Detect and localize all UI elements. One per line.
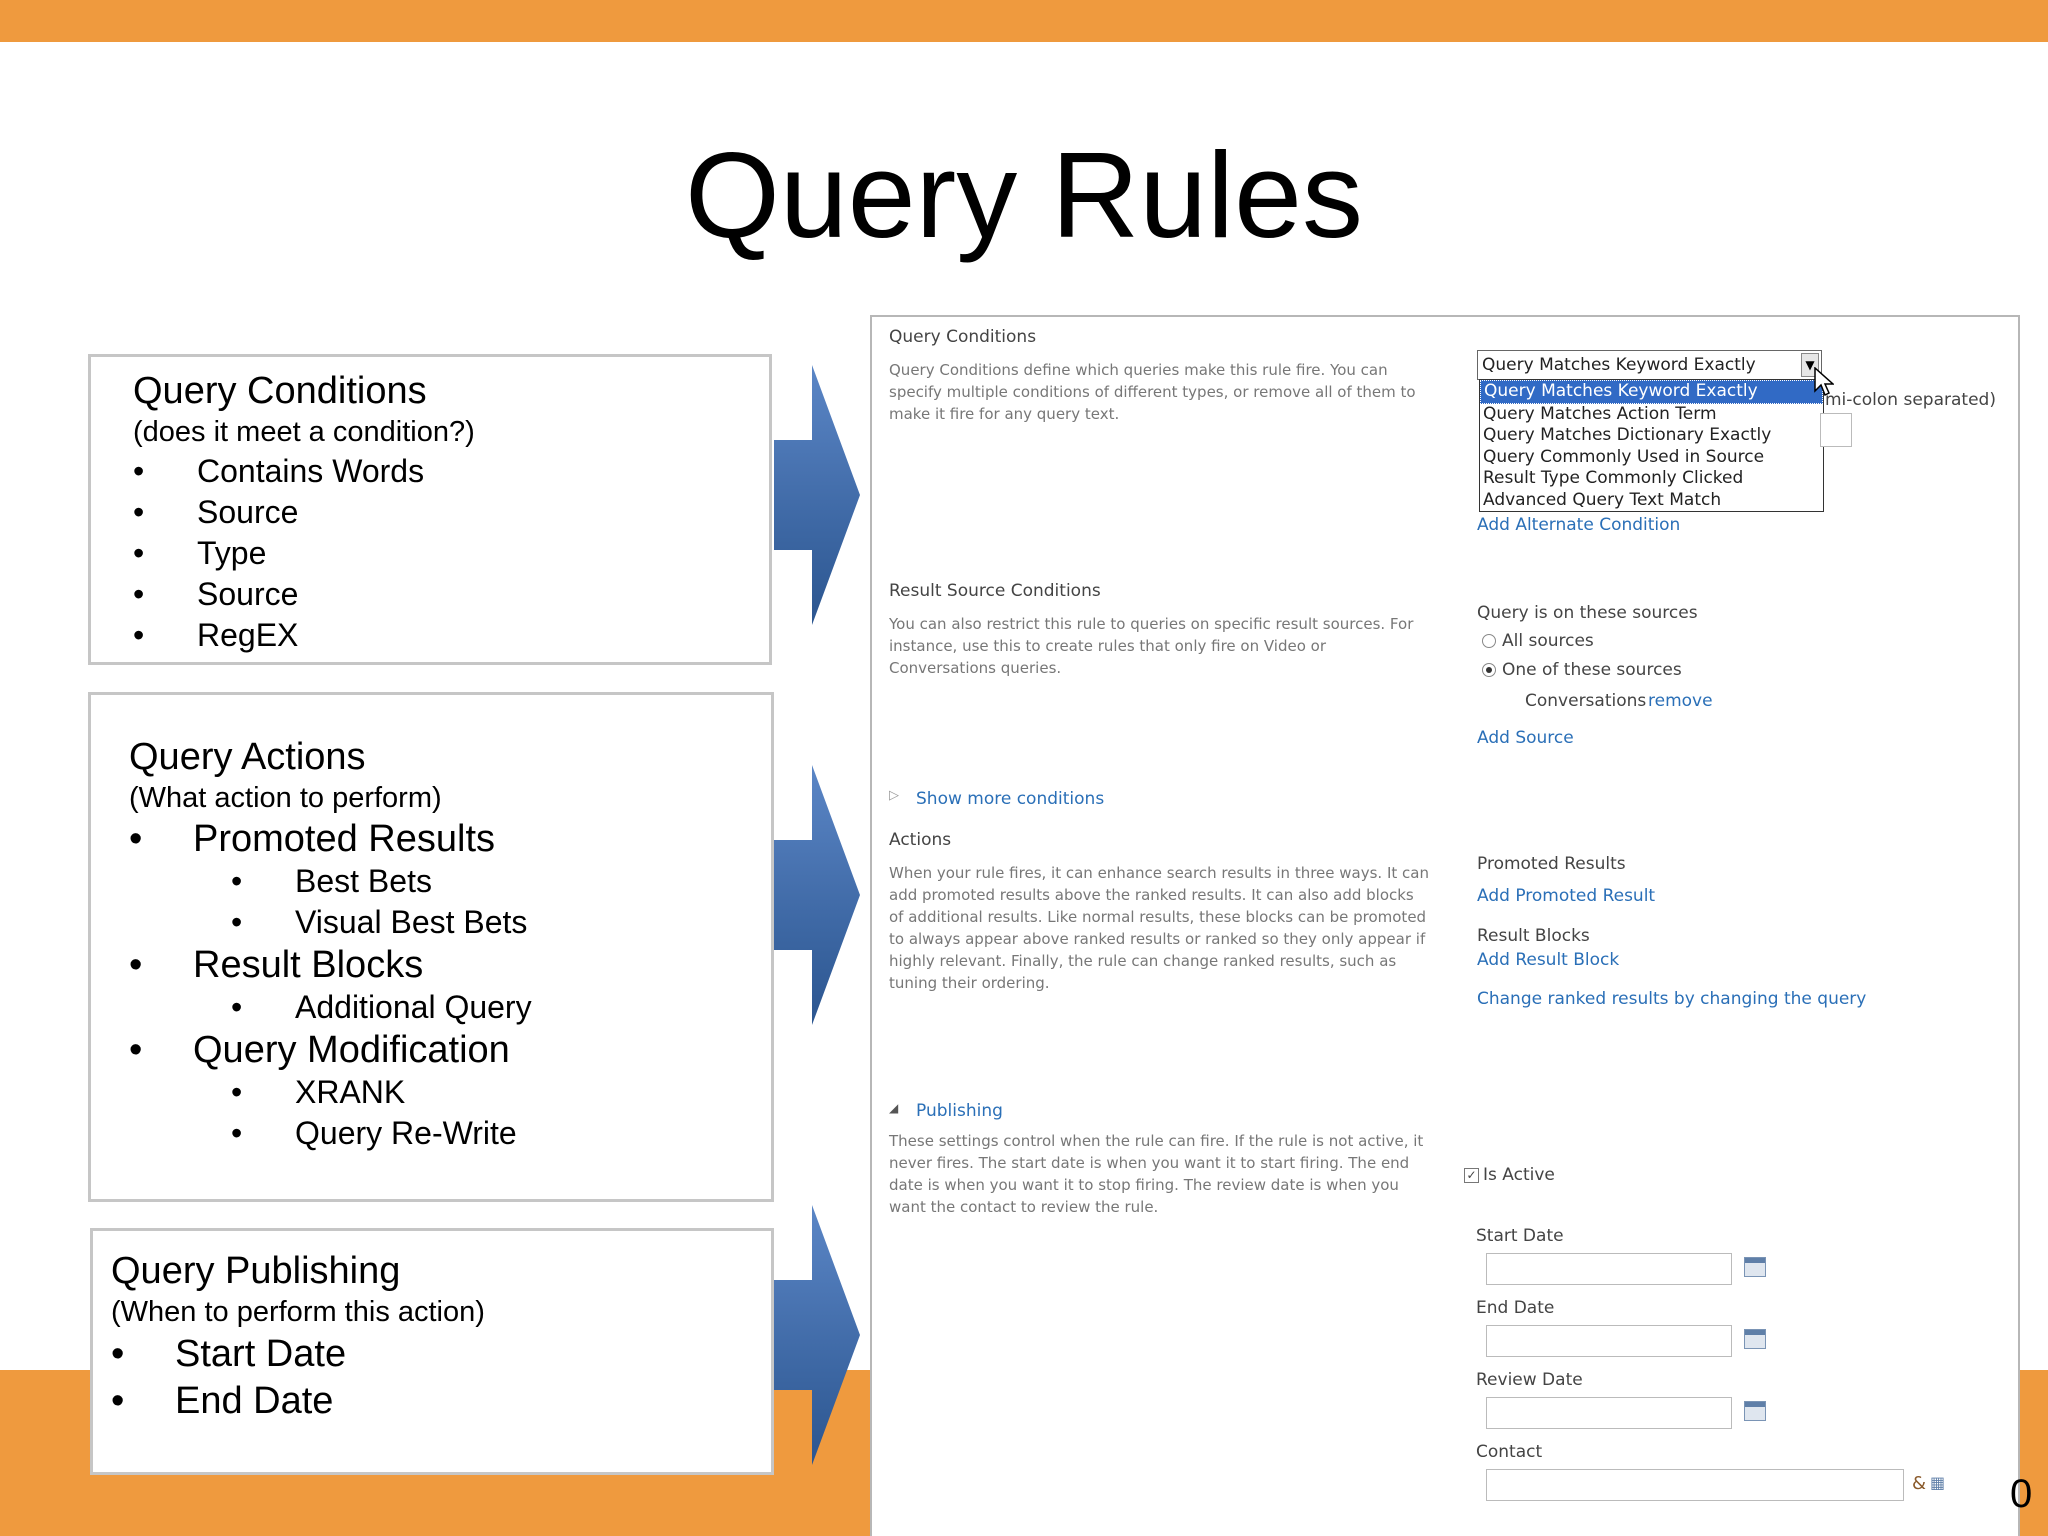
section-title: Query Conditions xyxy=(889,327,1037,347)
result-blocks-label: Result Blocks xyxy=(1477,926,1590,946)
calendar-icon[interactable] xyxy=(1744,1257,1766,1277)
section-description: Query Conditions define which queries ma… xyxy=(889,361,1416,423)
list-item: • Source xyxy=(133,494,299,530)
query-conditions-box: Query Conditions (does it meet a conditi… xyxy=(88,354,772,665)
add-result-block-link[interactable]: Add Result Block xyxy=(1477,950,1619,970)
section-description: These settings control when the rule can… xyxy=(889,1132,1424,1216)
right-arrow-icon xyxy=(774,1205,860,1465)
list-subitem: • Query Re-Write xyxy=(231,1115,517,1151)
list-item: • End Date xyxy=(111,1380,334,1422)
query-publishing-box: Query Publishing (When to perform this a… xyxy=(90,1228,774,1475)
list-subitem: • Visual Best Bets xyxy=(231,904,528,940)
actions-list: • Promoted Results • Best Bets • Visual Bes… xyxy=(129,817,771,1154)
list-item: • Start Date xyxy=(111,1333,347,1375)
right-arrow-icon xyxy=(774,765,860,1025)
collapse-triangle-icon[interactable]: ◢ xyxy=(889,1101,898,1115)
keyword-input[interactable] xyxy=(1820,413,1852,447)
list-item: • Promoted Results xyxy=(129,818,496,860)
dropdown-option[interactable]: Query Commonly Used in Source xyxy=(1480,447,1823,469)
publishing-section-link[interactable]: Publishing xyxy=(916,1101,1003,1121)
add-promoted-result-link[interactable]: Add Promoted Result xyxy=(1477,886,1655,906)
list-item: • Result Blocks xyxy=(129,944,424,986)
section-description: You can also restrict this rule to queri… xyxy=(889,615,1414,677)
show-more-conditions-link[interactable]: Show more conditions xyxy=(916,789,1104,809)
right-arrow-icon xyxy=(774,365,860,625)
all-sources-radio[interactable]: All sources xyxy=(1482,631,1594,651)
box-heading: Query Actions xyxy=(129,736,366,778)
top-accent-bar xyxy=(0,0,2048,42)
address-book-icon[interactable]: ▦ xyxy=(1930,1473,1945,1492)
query-actions-box: Query Actions (What action to perform) •… xyxy=(88,692,774,1202)
box-subheading: (What action to perform) xyxy=(129,782,442,814)
sources-label: Query is on these sources xyxy=(1477,603,1698,623)
start-date-label: Start Date xyxy=(1476,1226,1564,1246)
contact-label: Contact xyxy=(1476,1442,1543,1462)
calendar-icon[interactable] xyxy=(1744,1401,1766,1421)
add-alternate-condition-link[interactable]: Add Alternate Condition xyxy=(1477,515,1680,535)
review-date-input[interactable] xyxy=(1486,1397,1732,1429)
box-heading: Query Publishing xyxy=(111,1250,401,1292)
condition-type-options: Query Matches Keyword Exactly Query Matc… xyxy=(1479,379,1824,512)
list-subitem: • XRANK xyxy=(231,1074,406,1110)
end-date-input[interactable] xyxy=(1486,1325,1732,1357)
dropdown-option[interactable]: Query Matches Dictionary Exactly xyxy=(1480,425,1823,447)
section-title: Actions xyxy=(889,830,952,850)
list-item: • Type xyxy=(133,535,267,571)
box-heading: Query Conditions xyxy=(133,370,427,412)
start-date-input[interactable] xyxy=(1486,1253,1732,1285)
section-title: Result Source Conditions xyxy=(889,581,1101,601)
list-item: • Source xyxy=(133,576,299,612)
list-item: • RegEX xyxy=(133,617,299,653)
add-source-link[interactable]: Add Source xyxy=(1477,728,1574,748)
dropdown-option[interactable]: Query Matches Keyword Exactly xyxy=(1480,380,1823,404)
one-of-sources-radio[interactable]: One of these sources xyxy=(1482,660,1682,680)
is-active-checkbox[interactable]: ✓ Is Active xyxy=(1464,1165,1555,1185)
source-name: Conversations xyxy=(1525,691,1647,711)
list-item: • Contains Words xyxy=(133,453,425,489)
dropdown-option[interactable]: Result Type Commonly Clicked xyxy=(1480,468,1823,490)
end-date-label: End Date xyxy=(1476,1298,1555,1318)
box-subheading: (When to perform this action) xyxy=(111,1296,485,1328)
check-names-icon[interactable]: & xyxy=(1912,1473,1926,1494)
slide-title: Query Rules xyxy=(684,127,1364,263)
list-subitem: • Best Bets xyxy=(231,863,432,899)
keyword-hint: mi-colon separated) xyxy=(1825,390,1996,410)
query-rule-settings-screenshot: Query Conditions Query Conditions define… xyxy=(870,315,2020,1536)
section-description: When your rule fires, it can enhance sea… xyxy=(889,864,1429,992)
publishing-list: • Start Date • End Date xyxy=(111,1331,771,1425)
list-item: • Query Modification xyxy=(129,1029,510,1071)
box-subheading: (does it meet a condition?) xyxy=(133,416,475,448)
condition-type-select[interactable]: Query Matches Keyword Exactly ▼ xyxy=(1477,350,1822,380)
promoted-results-label: Promoted Results xyxy=(1477,854,1626,874)
expand-triangle-icon[interactable]: ▷ xyxy=(889,788,899,803)
page-number: 0 xyxy=(2010,1472,2033,1516)
remove-source-link[interactable]: remove xyxy=(1648,691,1713,711)
contact-input[interactable] xyxy=(1486,1469,1904,1501)
dropdown-option[interactable]: Query Matches Action Term xyxy=(1480,404,1823,426)
calendar-icon[interactable] xyxy=(1744,1329,1766,1349)
review-date-label: Review Date xyxy=(1476,1370,1583,1390)
dropdown-option[interactable]: Advanced Query Text Match xyxy=(1480,490,1823,512)
list-subitem: • Additional Query xyxy=(231,989,532,1025)
conditions-list: • Contains Words • Source • Type • Source • R… xyxy=(133,451,769,656)
change-ranked-results-link[interactable]: Change ranked results by changing the qu… xyxy=(1477,989,1866,1009)
